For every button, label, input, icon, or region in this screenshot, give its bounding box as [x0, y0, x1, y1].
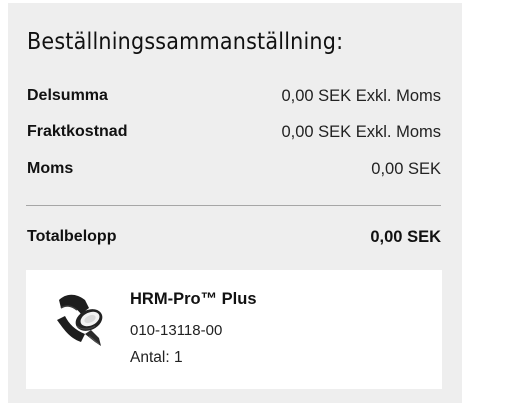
product-name: HRM-Pro™ Plus [130, 290, 257, 308]
subtotal-value: 0,00 SEK Exkl. Moms [281, 87, 441, 105]
shipping-value: 0,00 SEK Exkl. Moms [281, 123, 441, 141]
subtotal-label: Delsumma [27, 87, 108, 104]
vat-label: Moms [27, 160, 74, 177]
shipping-row: Fraktkostnad 0,00 SEK Exkl. Moms [27, 121, 441, 143]
heart-rate-strap-icon [55, 290, 109, 350]
subtotal-row: Delsumma 0,00 SEK Exkl. Moms [27, 85, 441, 107]
total-label: Totalbelopp [27, 228, 117, 245]
order-summary-title: Beställningssammanställning: [27, 29, 344, 55]
summary-divider [26, 205, 441, 206]
product-quantity: Antal: 1 [130, 349, 183, 366]
total-row: Totalbelopp 0,00 SEK [27, 226, 441, 248]
vat-value: 0,00 SEK [371, 160, 441, 178]
order-summary-panel: Beställningssammanställning: Delsumma 0,… [8, 3, 462, 403]
shipping-label: Fraktkostnad [27, 123, 128, 140]
vat-row: Moms 0,00 SEK [27, 158, 441, 180]
product-sku: 010-13118-00 [130, 322, 223, 339]
total-value: 0,00 SEK [370, 228, 441, 246]
product-card: HRM-Pro™ Plus 010-13118-00 Antal: 1 [26, 270, 442, 389]
